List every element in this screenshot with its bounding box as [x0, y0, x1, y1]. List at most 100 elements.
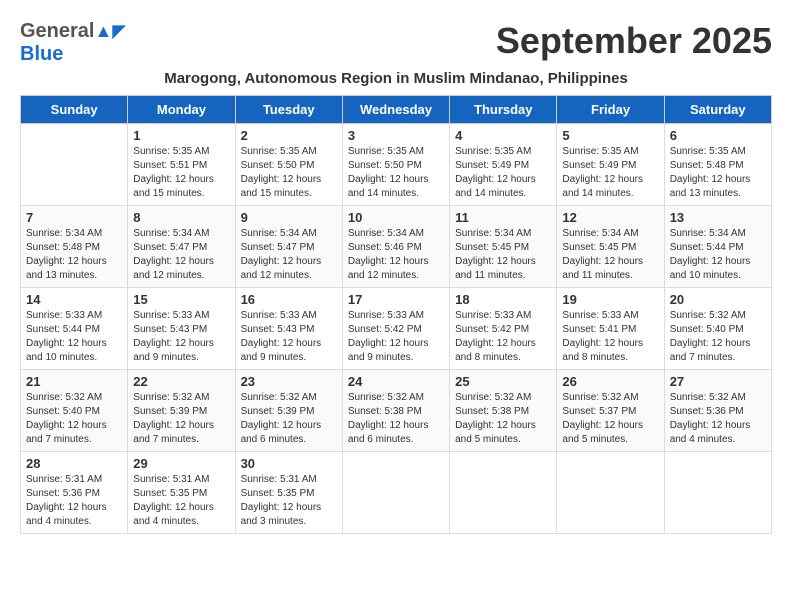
day-info: Sunrise: 5:34 AMSunset: 5:44 PMDaylight:… [670, 227, 766, 283]
day-info: Sunrise: 5:34 AMSunset: 5:46 PMDaylight:… [348, 227, 444, 283]
calendar-cell: 28Sunrise: 5:31 AMSunset: 5:36 PMDayligh… [21, 452, 128, 534]
calendar-cell: 26Sunrise: 5:32 AMSunset: 5:37 PMDayligh… [557, 370, 664, 452]
day-info: Sunrise: 5:31 AMSunset: 5:35 PMDaylight:… [241, 473, 337, 529]
day-number: 15 [133, 292, 229, 307]
calendar-cell: 18 Sunrise: 5:33 AMSunset: 5:42 PMDayligh… [450, 288, 557, 370]
day-number: 3 [348, 128, 444, 143]
day-info: Sunrise: 5:35 AMSunset: 5:49 PMDaylight:… [562, 145, 658, 201]
day-number: 25 [455, 374, 551, 389]
calendar-cell [21, 124, 128, 206]
day-number: 16 [241, 292, 337, 307]
day-info: Sunrise: 5:32 AMSunset: 5:40 PMDaylight:… [26, 391, 122, 447]
day-info: Sunrise: 5:32 AMSunset: 5:38 PMDaylight:… [348, 391, 444, 447]
day-info: Sunrise: 5:33 AMSunset: 5:42 PMDaylight:… [455, 309, 551, 365]
calendar-cell: 6Sunrise: 5:35 AMSunset: 5:48 PMDaylight… [664, 124, 771, 206]
day-number: 23 [241, 374, 337, 389]
day-number: 4 [455, 128, 551, 143]
week-row-1: 1 Sunrise: 5:35 AMSunset: 5:51 PMDaylight… [21, 124, 772, 206]
day-number: 8 [133, 210, 229, 225]
day-number: 9 [241, 210, 337, 225]
day-number: 11 [455, 210, 551, 225]
col-header-thursday: Thursday [450, 96, 557, 124]
day-number: 20 [670, 292, 766, 307]
day-info: Sunrise: 5:33 AMSunset: 5:42 PMDaylight:… [348, 309, 444, 365]
day-info: Sunrise: 5:31 AMSunset: 5:36 PMDaylight:… [26, 473, 122, 529]
day-number: 2 [241, 128, 337, 143]
logo-blue: Blue [20, 43, 63, 65]
calendar-cell: 24 Sunrise: 5:32 AMSunset: 5:38 PMDayligh… [342, 370, 449, 452]
calendar-cell: 11Sunrise: 5:34 AMSunset: 5:45 PMDayligh… [450, 206, 557, 288]
calendar-cell: 7Sunrise: 5:34 AMSunset: 5:48 PMDaylight… [21, 206, 128, 288]
calendar-cell: 12 Sunrise: 5:34 AMSunset: 5:45 PMDayligh… [557, 206, 664, 288]
day-info: Sunrise: 5:33 AMSunset: 5:44 PMDaylight:… [26, 309, 122, 365]
calendar-cell: 13 Sunrise: 5:34 AMSunset: 5:44 PMDayligh… [664, 206, 771, 288]
day-info: Sunrise: 5:35 AMSunset: 5:50 PMDaylight:… [348, 145, 444, 201]
logo-text-line: General▲◤ [20, 20, 126, 43]
week-row-2: 7Sunrise: 5:34 AMSunset: 5:48 PMDaylight… [21, 206, 772, 288]
calendar-cell: 30 Sunrise: 5:31 AMSunset: 5:35 PMDayligh… [235, 452, 342, 534]
day-info: Sunrise: 5:35 AMSunset: 5:51 PMDaylight:… [133, 145, 229, 201]
calendar-cell: 3 Sunrise: 5:35 AMSunset: 5:50 PMDaylight… [342, 124, 449, 206]
day-number: 17 [348, 292, 444, 307]
calendar-cell: 23 Sunrise: 5:32 AMSunset: 5:39 PMDayligh… [235, 370, 342, 452]
day-info: Sunrise: 5:35 AMSunset: 5:49 PMDaylight:… [455, 145, 551, 201]
col-header-tuesday: Tuesday [235, 96, 342, 124]
day-info: Sunrise: 5:31 AMSunset: 5:35 PMDaylight:… [133, 473, 229, 529]
calendar-cell [342, 452, 449, 534]
logo: General▲◤ Blue [20, 20, 126, 66]
day-number: 24 [348, 374, 444, 389]
calendar-cell: 4 Sunrise: 5:35 AMSunset: 5:49 PMDaylight… [450, 124, 557, 206]
day-number: 27 [670, 374, 766, 389]
calendar-cell [450, 452, 557, 534]
col-header-monday: Monday [128, 96, 235, 124]
col-header-saturday: Saturday [664, 96, 771, 124]
col-header-sunday: Sunday [21, 96, 128, 124]
logo-general: General [20, 20, 94, 42]
calendar-cell: 25 Sunrise: 5:32 AMSunset: 5:38 PMDayligh… [450, 370, 557, 452]
day-info: Sunrise: 5:32 AMSunset: 5:40 PMDaylight:… [670, 309, 766, 365]
calendar-cell: 10 Sunrise: 5:34 AMSunset: 5:46 PMDayligh… [342, 206, 449, 288]
day-info: Sunrise: 5:32 AMSunset: 5:39 PMDaylight:… [241, 391, 337, 447]
calendar-cell: 15 Sunrise: 5:33 AMSunset: 5:43 PMDayligh… [128, 288, 235, 370]
calendar-cell [557, 452, 664, 534]
month-title: September 2025 [496, 20, 772, 62]
day-info: Sunrise: 5:32 AMSunset: 5:39 PMDaylight:… [133, 391, 229, 447]
calendar-cell: 19 Sunrise: 5:33 AMSunset: 5:41 PMDayligh… [557, 288, 664, 370]
day-info: Sunrise: 5:33 AMSunset: 5:41 PMDaylight:… [562, 309, 658, 365]
calendar-cell: 14 Sunrise: 5:33 AMSunset: 5:44 PMDayligh… [21, 288, 128, 370]
day-info: Sunrise: 5:34 AMSunset: 5:47 PMDaylight:… [241, 227, 337, 283]
day-number: 18 [455, 292, 551, 307]
day-number: 14 [26, 292, 122, 307]
day-info: Sunrise: 5:35 AMSunset: 5:50 PMDaylight:… [241, 145, 337, 201]
day-number: 22 [133, 374, 229, 389]
logo-block: General▲◤ Blue [20, 20, 126, 66]
day-info: Sunrise: 5:32 AMSunset: 5:38 PMDaylight:… [455, 391, 551, 447]
subtitle: Marogong, Autonomous Region in Muslim Mi… [20, 70, 772, 87]
day-number: 13 [670, 210, 766, 225]
day-number: 12 [562, 210, 658, 225]
week-row-3: 14 Sunrise: 5:33 AMSunset: 5:44 PMDayligh… [21, 288, 772, 370]
logo-bird-icon: ▲◤ [94, 21, 126, 41]
day-number: 10 [348, 210, 444, 225]
day-number: 5 [562, 128, 658, 143]
day-number: 19 [562, 292, 658, 307]
day-number: 26 [562, 374, 658, 389]
calendar-header-row: SundayMondayTuesdayWednesdayThursdayFrid… [21, 96, 772, 124]
day-info: Sunrise: 5:33 AMSunset: 5:43 PMDaylight:… [241, 309, 337, 365]
col-header-friday: Friday [557, 96, 664, 124]
day-number: 7 [26, 210, 122, 225]
calendar-cell: 2 Sunrise: 5:35 AMSunset: 5:50 PMDaylight… [235, 124, 342, 206]
calendar-table: SundayMondayTuesdayWednesdayThursdayFrid… [20, 95, 772, 534]
day-info: Sunrise: 5:34 AMSunset: 5:45 PMDaylight:… [562, 227, 658, 283]
calendar-cell: 9 Sunrise: 5:34 AMSunset: 5:47 PMDaylight… [235, 206, 342, 288]
day-number: 21 [26, 374, 122, 389]
day-info: Sunrise: 5:34 AMSunset: 5:47 PMDaylight:… [133, 227, 229, 283]
header: General▲◤ Blue September 2025 [20, 20, 772, 66]
calendar-cell: 21 Sunrise: 5:32 AMSunset: 5:40 PMDayligh… [21, 370, 128, 452]
day-number: 30 [241, 456, 337, 471]
day-info: Sunrise: 5:33 AMSunset: 5:43 PMDaylight:… [133, 309, 229, 365]
week-row-5: 28Sunrise: 5:31 AMSunset: 5:36 PMDayligh… [21, 452, 772, 534]
day-number: 6 [670, 128, 766, 143]
day-number: 1 [133, 128, 229, 143]
calendar-cell: 27Sunrise: 5:32 AMSunset: 5:36 PMDayligh… [664, 370, 771, 452]
